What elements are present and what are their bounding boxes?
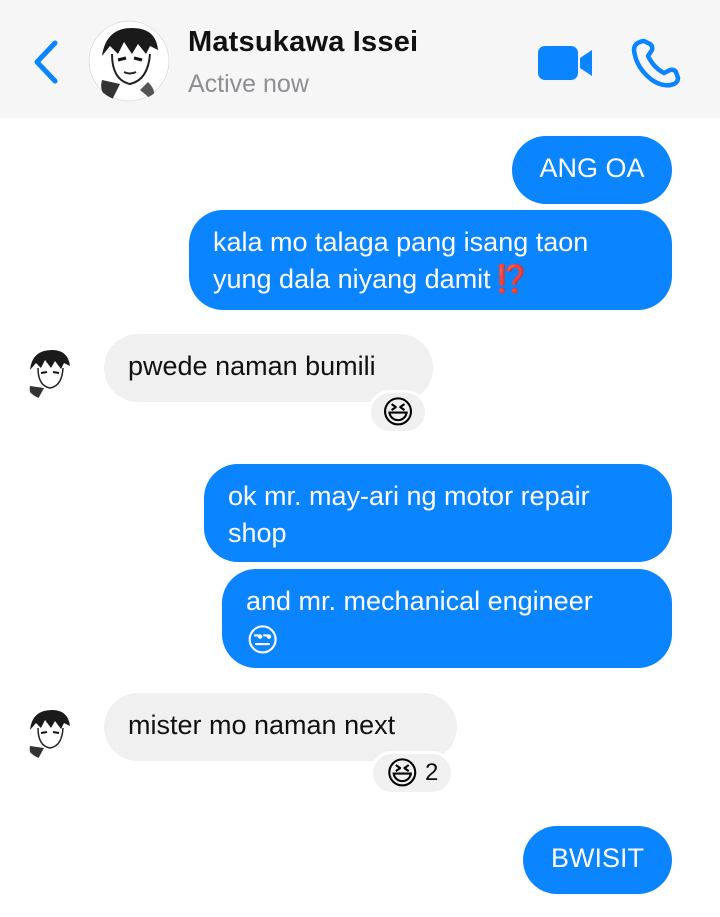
contact-name[interactable]: Matsukawa Issei <box>188 26 418 59</box>
message-bubble-outgoing[interactable]: kala mo talaga pang isang taon yung dala… <box>189 210 672 310</box>
active-status: Active now <box>188 70 309 98</box>
message-bubble-outgoing[interactable]: BWISIT <box>523 826 672 894</box>
message-text: mister mo naman next <box>128 710 396 740</box>
message-reaction[interactable]: 😆 <box>368 390 428 434</box>
phone-icon <box>631 38 681 88</box>
chevron-left-icon <box>34 40 58 84</box>
laughing-emoji: 😆 <box>381 394 415 430</box>
message-bubble-outgoing[interactable]: and mr. mechanical engineer 😒 <box>222 569 672 668</box>
unamused-emoji: 😒 <box>246 622 280 658</box>
interrobang-emoji: ⁉️ <box>494 264 529 294</box>
message-text-line: kala mo talaga pang isang taon <box>213 227 589 257</box>
message-text: ANG OA <box>539 153 645 183</box>
message-text: pwede naman bumili <box>128 351 376 381</box>
video-call-button[interactable] <box>536 42 596 84</box>
message-reaction[interactable]: 😆 2 <box>370 751 454 795</box>
message-text-line: shop <box>228 518 287 548</box>
sender-avatar[interactable] <box>22 706 76 760</box>
message-text-line: and mr. mechanical engineer <box>246 586 593 616</box>
message-bubble-outgoing[interactable]: ok mr. may-ari ng motor repair shop <box>204 464 672 562</box>
message-text: BWISIT <box>551 843 644 873</box>
message-bubble-outgoing[interactable]: ANG OA <box>512 136 672 204</box>
voice-call-button[interactable] <box>630 38 682 88</box>
message-text-line: yung dala niyang damit <box>213 264 491 294</box>
back-button[interactable] <box>26 36 66 88</box>
chat-header: Matsukawa Issei Active now <box>0 0 720 118</box>
contact-avatar[interactable] <box>88 20 170 102</box>
reaction-count: 2 <box>425 759 439 786</box>
video-camera-icon <box>538 46 592 80</box>
sender-avatar[interactable] <box>22 346 76 400</box>
laughing-emoji: 😆 <box>385 755 419 791</box>
message-text-line: ok mr. may-ari ng motor repair <box>228 481 590 511</box>
